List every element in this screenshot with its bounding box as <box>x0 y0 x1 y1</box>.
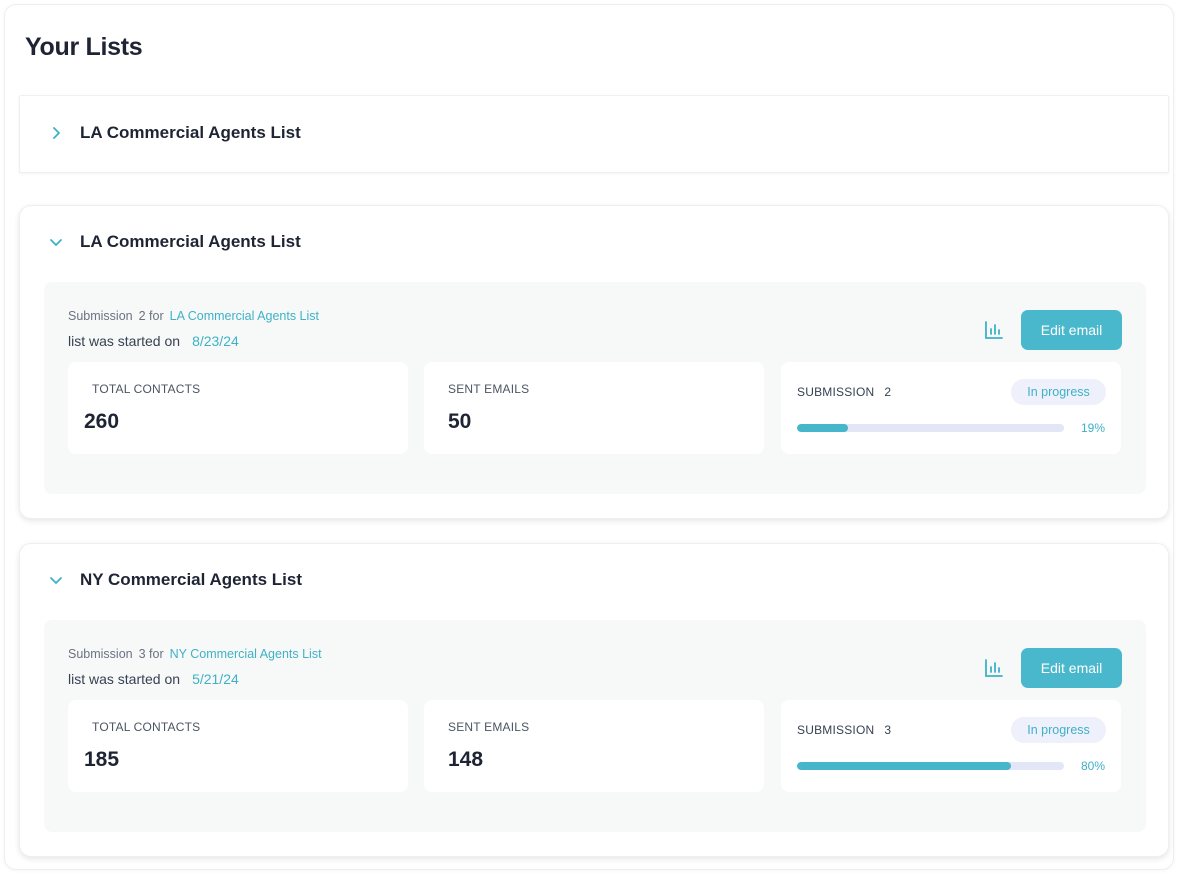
progress-number: 3 <box>884 723 892 737</box>
list-header-toggle[interactable]: LA Commercial Agents List <box>20 232 1168 252</box>
list-title: NY Commercial Agents List <box>80 570 303 589</box>
edit-email-button[interactable]: Edit email <box>1021 648 1122 688</box>
submission-panel: Submission 3 for NY Commercial Agents List… <box>44 620 1146 832</box>
submission-line: Submission 2 for LA Commercial Agents List <box>68 309 319 323</box>
progress-label: SUBMISSION 2 <box>797 385 891 399</box>
sent-emails-card: SENT EMAILS 148 <box>424 700 764 792</box>
submission-progress-card: SUBMISSION 2 In progress 19% <box>781 362 1121 454</box>
list-title: LA Commercial Agents List <box>80 123 301 142</box>
sent-emails-value: 50 <box>448 410 472 433</box>
total-contacts-label: TOTAL CONTACTS <box>92 382 201 396</box>
list-card: NY Commercial Agents List Submission 3 fo… <box>19 543 1169 857</box>
page-title: Your Lists <box>25 33 143 61</box>
progress-label-text: SUBMISSION <box>797 385 875 399</box>
list-card: LA Commercial Agents List Submission 2 fo… <box>19 205 1169 519</box>
total-contacts-value: 260 <box>84 410 120 433</box>
chevron-down-icon[interactable] <box>46 570 66 590</box>
started-label: list was started on <box>68 333 181 349</box>
sent-emails-card: SENT EMAILS 50 <box>424 362 764 454</box>
lists-panel: Your Lists LA Commercial Agents List LA … <box>4 4 1174 870</box>
submission-line: Submission 3 for NY Commercial Agents List <box>68 647 322 661</box>
submission-label: Submission <box>68 309 133 323</box>
submission-list-link[interactable]: NY Commercial Agents List <box>170 647 322 661</box>
status-badge: In progress <box>1011 717 1106 743</box>
progress-track <box>797 762 1064 770</box>
submission-progress-card: SUBMISSION 3 In progress 80% <box>781 700 1121 792</box>
sent-emails-label: SENT EMAILS <box>448 382 530 396</box>
status-badge: In progress <box>1011 379 1106 405</box>
chevron-down-icon[interactable] <box>46 232 66 252</box>
started-date: 8/23/24 <box>192 333 239 349</box>
submission-number: 2 for <box>138 309 164 323</box>
list-header-toggle[interactable]: NY Commercial Agents List <box>20 570 1168 590</box>
bar-chart-icon[interactable] <box>982 656 1006 680</box>
edit-email-button[interactable]: Edit email <box>1021 310 1122 350</box>
started-date: 5/21/24 <box>192 671 239 687</box>
started-label: list was started on <box>68 671 181 687</box>
submission-list-link[interactable]: LA Commercial Agents List <box>170 309 319 323</box>
progress-number: 2 <box>884 385 892 399</box>
chevron-right-icon[interactable] <box>46 123 66 143</box>
progress-fill <box>797 762 1011 770</box>
progress-label: SUBMISSION 3 <box>797 723 891 737</box>
progress-percent: 19% <box>1080 421 1105 435</box>
progress-label-text: SUBMISSION <box>797 723 875 737</box>
submission-label: Submission <box>68 647 133 661</box>
progress-percent: 80% <box>1080 759 1105 773</box>
start-date-line: list was started on 5/21/24 <box>68 671 239 687</box>
progress-fill <box>797 424 848 432</box>
total-contacts-card: TOTAL CONTACTS 185 <box>68 700 408 792</box>
submission-number: 3 for <box>138 647 164 661</box>
sent-emails-value: 148 <box>448 748 484 771</box>
progress-track <box>797 424 1064 432</box>
list-title: LA Commercial Agents List <box>80 232 301 251</box>
start-date-line: list was started on 8/23/24 <box>68 333 239 349</box>
list-card-collapsed: LA Commercial Agents List <box>19 95 1169 173</box>
total-contacts-label: TOTAL CONTACTS <box>92 720 201 734</box>
bar-chart-icon[interactable] <box>982 318 1006 342</box>
total-contacts-card: TOTAL CONTACTS 260 <box>68 362 408 454</box>
total-contacts-value: 185 <box>84 748 120 771</box>
submission-panel: Submission 2 for LA Commercial Agents List… <box>44 282 1146 494</box>
sent-emails-label: SENT EMAILS <box>448 720 530 734</box>
list-header-toggle[interactable]: LA Commercial Agents List <box>20 123 1168 143</box>
